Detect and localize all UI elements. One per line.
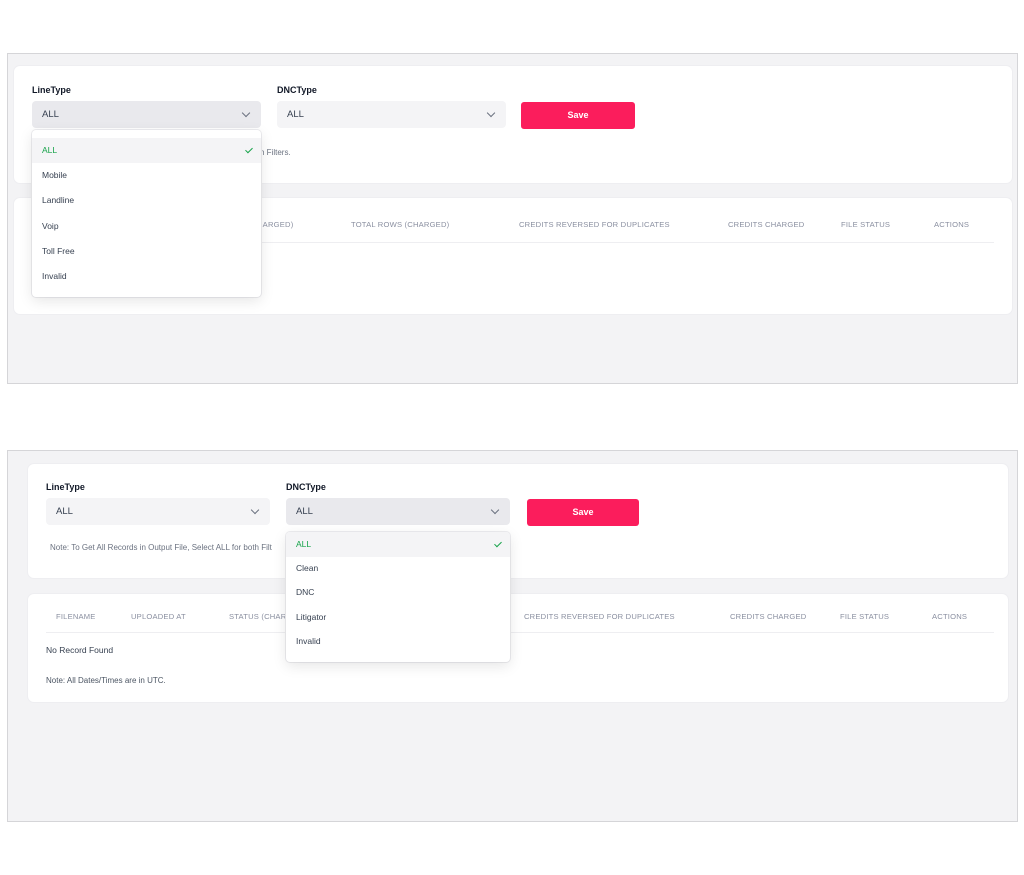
- table-header: STATUS (CHAR: [229, 612, 287, 621]
- dnctype-option-clean[interactable]: Clean: [286, 556, 510, 581]
- linetype-select-value: ALL: [56, 506, 73, 517]
- linetype-label: LineType: [32, 85, 71, 95]
- dnctype-select-value: ALL: [287, 109, 304, 120]
- filter-note: h Filters.: [260, 148, 291, 157]
- dnctype-option-all[interactable]: ALL: [286, 532, 510, 557]
- linetype-option-invalid[interactable]: Invalid: [32, 264, 261, 289]
- table-header: CREDITS REVERSED FOR DUPLICATES: [524, 612, 675, 621]
- dnctype-dropdown-menu: ALL Clean DNC Litigator Invalid: [286, 532, 510, 662]
- chevron-down-icon: [250, 505, 260, 515]
- save-button[interactable]: Save: [527, 499, 639, 526]
- table-header: UPLOADED AT: [131, 612, 186, 621]
- filter-card: LineType DNCType ALL ALL Save Note: To G…: [28, 464, 1008, 578]
- linetype-select[interactable]: ALL: [32, 101, 261, 128]
- dnctype-label: DNCType: [277, 85, 317, 95]
- linetype-option-voip[interactable]: Voip: [32, 214, 261, 239]
- chevron-down-icon: [490, 505, 500, 515]
- chevron-down-icon: [486, 108, 496, 118]
- option-label: ALL: [296, 539, 312, 549]
- table-header: HARGED): [257, 220, 294, 229]
- table-header: FILE STATUS: [840, 612, 890, 621]
- table-header-divider: [46, 632, 994, 633]
- save-button[interactable]: Save: [521, 102, 635, 129]
- table-header-divider: [261, 242, 994, 243]
- filter-note: Note: To Get All Records in Output File,…: [50, 543, 272, 552]
- timezone-note: Note: All Dates/Times are in UTC.: [46, 676, 166, 685]
- table-header: CREDITS REVERSED FOR DUPLICATES: [519, 220, 670, 229]
- option-label: ALL: [42, 145, 58, 155]
- dnctype-option-litigator[interactable]: Litigator: [286, 605, 510, 630]
- linetype-select-value: ALL: [42, 109, 59, 120]
- screenshot-linetype-open: LineType DNCType ALL ALL Save h Filters.…: [7, 53, 1018, 384]
- linetype-select[interactable]: ALL: [46, 498, 270, 525]
- table-header: CREDITS CHARGED: [730, 612, 807, 621]
- table-header: CREDITS CHARGED: [728, 220, 805, 229]
- no-record-message: No Record Found: [46, 645, 114, 655]
- table-header: FILE STATUS: [841, 220, 891, 229]
- files-table-card: FILENAME UPLOADED AT STATUS (CHAR CREDIT…: [28, 594, 1008, 702]
- checkmark-icon: [494, 539, 502, 548]
- table-header: ACTIONS: [934, 220, 970, 229]
- linetype-option-toll-free[interactable]: Toll Free: [32, 239, 261, 264]
- dnctype-option-invalid[interactable]: Invalid: [286, 629, 510, 654]
- table-header: ACTIONS: [932, 612, 968, 621]
- linetype-option-landline[interactable]: Landline: [32, 188, 261, 213]
- linetype-label: LineType: [46, 482, 85, 492]
- linetype-option-all[interactable]: ALL: [32, 138, 261, 163]
- dnctype-select[interactable]: ALL: [286, 498, 510, 525]
- dnctype-select-value: ALL: [296, 506, 313, 517]
- dnctype-option-dnc[interactable]: DNC: [286, 580, 510, 605]
- dnctype-select[interactable]: ALL: [277, 101, 506, 128]
- table-header: FILENAME: [56, 612, 96, 621]
- linetype-option-mobile[interactable]: Mobile: [32, 163, 261, 188]
- screenshot-dnctype-open: LineType DNCType ALL ALL Save Note: To G…: [7, 450, 1018, 822]
- table-header: TOTAL ROWS (CHARGED): [351, 220, 450, 229]
- chevron-down-icon: [241, 108, 251, 118]
- linetype-dropdown-menu: ALL Mobile Landline Voip Toll Free Inval…: [32, 130, 261, 297]
- dnctype-label: DNCType: [286, 482, 326, 492]
- checkmark-icon: [245, 145, 253, 154]
